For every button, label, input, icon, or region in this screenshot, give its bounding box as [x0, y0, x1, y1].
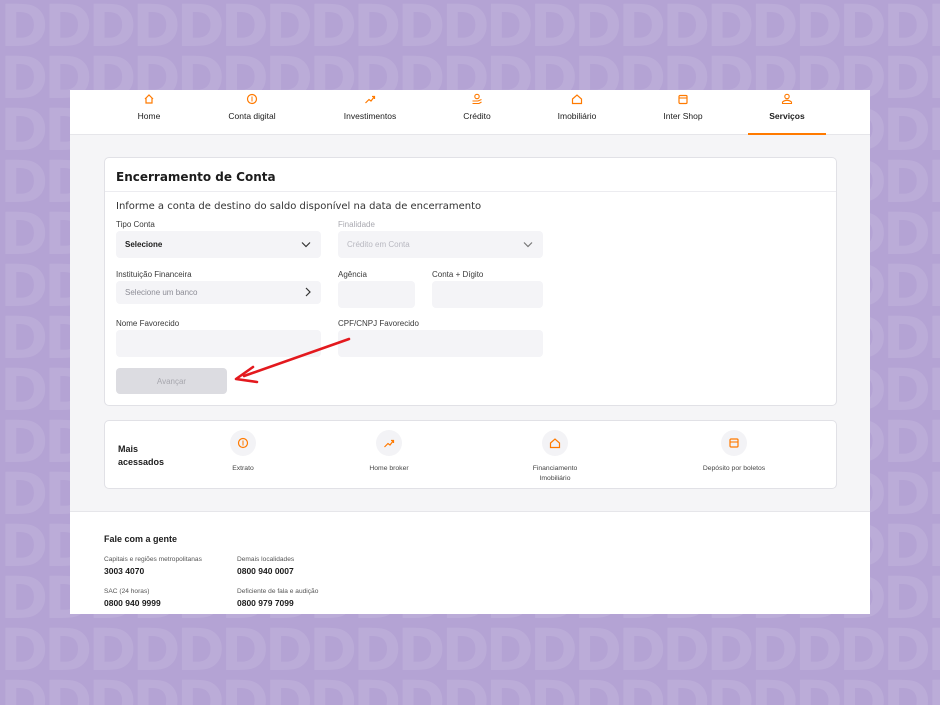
- card-title: Encerramento de Conta: [116, 170, 276, 184]
- footer-title: Fale com a gente: [104, 534, 178, 544]
- nav-servicos[interactable]: Serviços: [748, 90, 826, 135]
- nome-favorecido-input[interactable]: [116, 330, 321, 357]
- contact-capitais-number[interactable]: 3003 4070: [104, 566, 144, 576]
- instituicao-select[interactable]: Selecione um banco: [116, 281, 321, 304]
- house-icon: [542, 430, 568, 456]
- finalidade-value: Crédito em Conta: [347, 240, 410, 249]
- nav-imobiliario[interactable]: Imobiliário: [550, 90, 604, 135]
- instituicao-placeholder: Selecione um banco: [125, 288, 198, 297]
- app-screen: Home Conta digital Investimentos Crédito…: [70, 90, 870, 614]
- nav-investimentos[interactable]: Investimentos: [336, 90, 404, 135]
- barcode-icon: [721, 430, 747, 456]
- shortcut-deposito-boletos-label: Depósito por boletos: [702, 465, 766, 472]
- coin-icon: [220, 93, 284, 107]
- instituicao-label: Instituição Financeira: [116, 270, 192, 279]
- finalidade-label: Finalidade: [338, 220, 375, 229]
- nav-imobiliario-label: Imobiliário: [557, 111, 597, 121]
- nav-inter-shop[interactable]: Inter Shop: [658, 90, 708, 135]
- nav-inter-shop-label: Inter Shop: [663, 111, 703, 121]
- house-icon: [550, 93, 604, 107]
- contact-demais-caption: Demais localidades: [237, 556, 295, 563]
- agencia-input[interactable]: [338, 281, 415, 308]
- contact-sac-caption: SAC (24 horas): [104, 588, 150, 595]
- nav-home-label: Home: [137, 111, 161, 121]
- cpf-cnpj-input[interactable]: [338, 330, 543, 357]
- shortcut-deposito-boletos[interactable]: Depósito por boletos: [689, 430, 779, 474]
- contact-capitais-caption: Capitais e regiões metropolitanas: [104, 556, 202, 563]
- mais-acessados-card: Mais acessados Extrato Home broker Finan…: [104, 420, 837, 489]
- chevron-right-icon: [305, 287, 311, 299]
- contact-demais-number[interactable]: 0800 940 0007: [237, 566, 294, 576]
- conta-digito-input[interactable]: [432, 281, 543, 308]
- shop-icon: [658, 93, 708, 107]
- mais-acessados-title-line1: Mais: [118, 444, 139, 454]
- card-divider: [105, 191, 836, 192]
- footer: Fale com a gente Capitais e regiões metr…: [70, 511, 870, 614]
- mais-acessados-title: Mais acessados: [118, 443, 164, 469]
- tipo-conta-label: Tipo Conta: [116, 220, 155, 229]
- shortcut-financiamento-label-1: Financiamento: [532, 465, 578, 472]
- shortcut-extrato[interactable]: Extrato: [213, 430, 273, 474]
- shortcut-home-broker[interactable]: Home broker: [354, 430, 424, 474]
- chart-up-icon: [336, 93, 404, 107]
- encerramento-card: Encerramento de Conta Informe a conta de…: [104, 157, 837, 406]
- home-icon: [124, 93, 174, 107]
- tipo-conta-select[interactable]: Selecione: [116, 231, 321, 258]
- nav-credito-label: Crédito: [463, 111, 491, 121]
- chevron-down-icon: [301, 240, 311, 249]
- tipo-conta-value: Selecione: [125, 240, 163, 249]
- card-subtitle: Informe a conta de destino do saldo disp…: [116, 201, 482, 212]
- shortcut-financiamento[interactable]: Financiamento Imobiliário: [515, 430, 595, 483]
- chevron-down-icon: [523, 240, 533, 249]
- mais-acessados-title-line2: acessados: [118, 457, 165, 467]
- nav-conta-digital[interactable]: Conta digital: [220, 90, 284, 135]
- avancar-button[interactable]: Avançar: [116, 368, 227, 394]
- coin-icon: [230, 430, 256, 456]
- contact-deficiente-number[interactable]: 0800 979 7099: [237, 598, 294, 608]
- shortcut-extrato-label: Extrato: [232, 465, 254, 472]
- chart-up-icon: [376, 430, 402, 456]
- nav-servicos-label: Serviços: [769, 111, 805, 121]
- hand-coin-icon: [452, 93, 502, 107]
- nav-investimentos-label: Investimentos: [343, 111, 397, 121]
- nav-credito[interactable]: Crédito: [452, 90, 502, 135]
- services-icon: [748, 93, 826, 107]
- cpf-cnpj-label: CPF/CNPJ Favorecido: [338, 319, 419, 328]
- agencia-label: Agência: [338, 270, 367, 279]
- nav-conta-digital-label: Conta digital: [228, 111, 276, 121]
- contact-sac-number[interactable]: 0800 940 9999: [104, 598, 161, 608]
- conta-digito-label: Conta + Dígito: [432, 270, 484, 279]
- shortcut-home-broker-label: Home broker: [369, 465, 409, 472]
- nome-favorecido-label: Nome Favorecido: [116, 319, 180, 328]
- shortcut-financiamento-label-2: Imobiliário: [539, 474, 571, 482]
- finalidade-select: Crédito em Conta: [338, 231, 543, 258]
- top-navigation: Home Conta digital Investimentos Crédito…: [70, 90, 870, 135]
- nav-home[interactable]: Home: [124, 90, 174, 135]
- contact-deficiente-caption: Deficiente de fala e audição: [237, 588, 319, 595]
